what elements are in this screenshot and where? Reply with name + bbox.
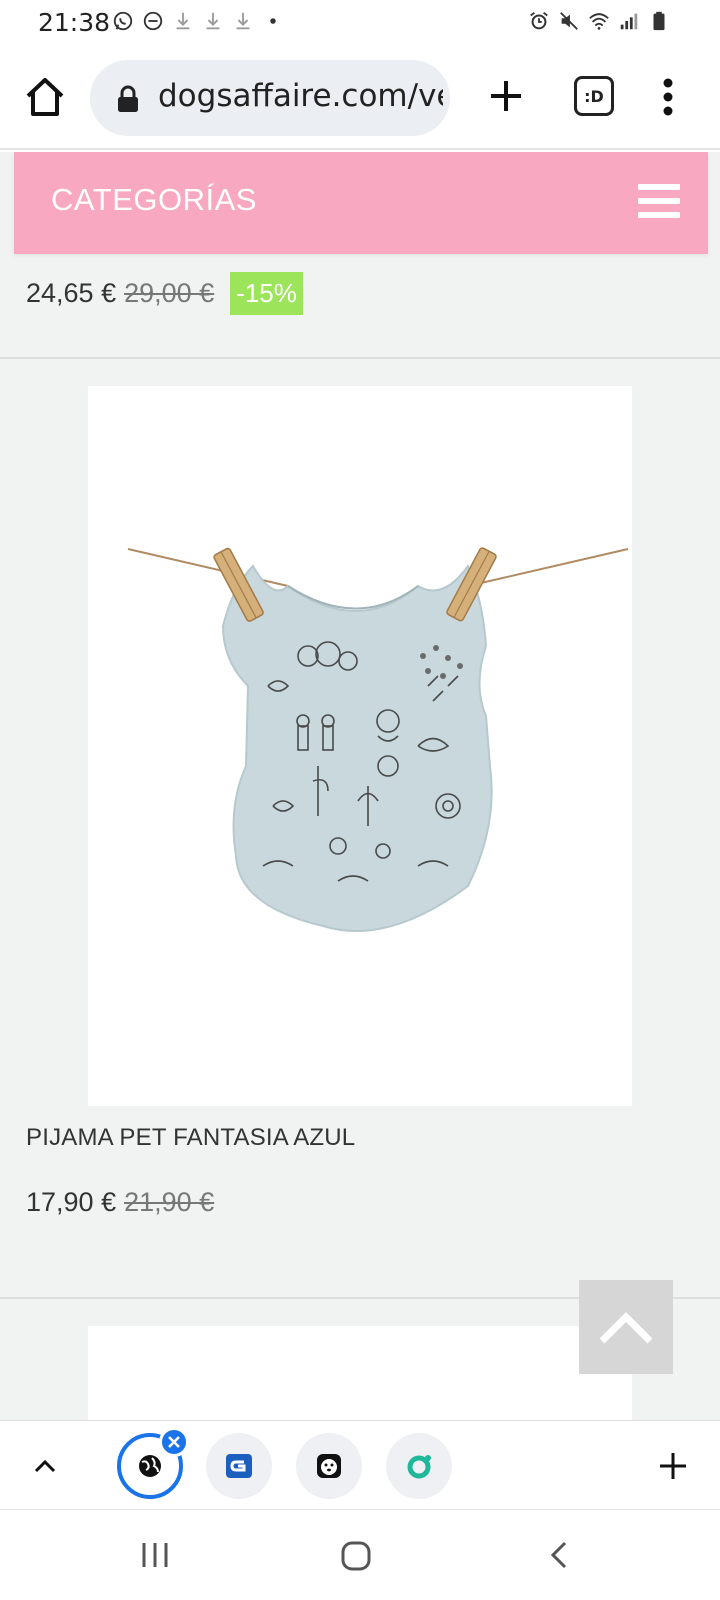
close-tab-icon[interactable] [159,1427,189,1457]
prev-product-price: 24,65 € [26,278,117,308]
chevron-up-icon[interactable] [30,1451,60,1481]
dot-icon [270,18,276,24]
status-right-icons [528,10,670,32]
g-app-icon [226,1454,252,1478]
discount-badge: -15% [230,272,303,315]
product-name[interactable]: PIJAMA PET FANTASIA AZUL [26,1124,355,1152]
tab-globe-active[interactable] [117,1427,189,1499]
status-left-icons [112,10,284,32]
shirt-illustration [127,547,629,932]
categories-label: CATEGORÍAS [51,182,257,217]
tab-strip [0,1420,720,1510]
tab-switcher-button[interactable]: :D [574,76,614,116]
alarm-icon [530,12,548,30]
tab-dog-app[interactable] [296,1433,362,1499]
new-tab-plus-icon[interactable] [484,74,528,118]
next-product-image[interactable] [88,1326,632,1420]
signal-icon [620,13,638,30]
download-icon [206,12,220,30]
wifi-icon [589,13,609,30]
status-time: 21:38 [38,8,111,37]
categories-bar[interactable]: CATEGORÍAS [14,152,708,254]
hamburger-menu-icon[interactable] [638,184,680,220]
product-price: 17,90 € [26,1187,117,1217]
android-nav-bar [0,1510,720,1600]
green-app-icon [407,1455,431,1479]
product-price-row: 17,90 € 21,90 € [26,1187,214,1218]
browser-toolbar: dogsaffaire.com/ve :D [0,46,720,150]
chevron-up-icon [599,1312,653,1344]
more-menu-icon[interactable] [648,74,688,120]
url-text: dogsaffaire.com/ve [158,78,443,114]
battery-icon [653,11,665,31]
page-content: CATEGORÍAS 24,65 € 29,00 € -15% PIJAMA P… [0,152,720,1420]
prev-product-old-price: 29,00 € [124,278,215,308]
back-icon[interactable] [544,1538,574,1572]
home-nav-icon[interactable] [338,1538,374,1574]
download-icon [236,12,250,30]
address-bar[interactable]: dogsaffaire.com/ve [90,60,450,136]
recent-apps-icon[interactable] [138,1538,172,1572]
scroll-to-top-button[interactable] [579,1280,673,1374]
tab-green-app[interactable] [386,1433,452,1499]
download-icon [176,12,190,30]
tab-g-app[interactable] [206,1433,272,1499]
dnd-icon [143,11,163,31]
product-image[interactable] [88,386,632,1106]
lock-icon [118,85,138,112]
whatsapp-icon [113,11,133,31]
globe-icon [139,1455,161,1477]
prev-product-price-row: 24,65 € 29,00 € -15% [26,272,303,315]
product-old-price: 21,90 € [124,1187,215,1217]
add-tab-plus-icon[interactable] [656,1449,690,1483]
home-icon[interactable] [22,74,68,120]
product-divider [0,357,720,359]
mute-icon [560,12,578,30]
dog-icon [317,1454,341,1478]
status-bar: 21:38 [0,0,720,46]
